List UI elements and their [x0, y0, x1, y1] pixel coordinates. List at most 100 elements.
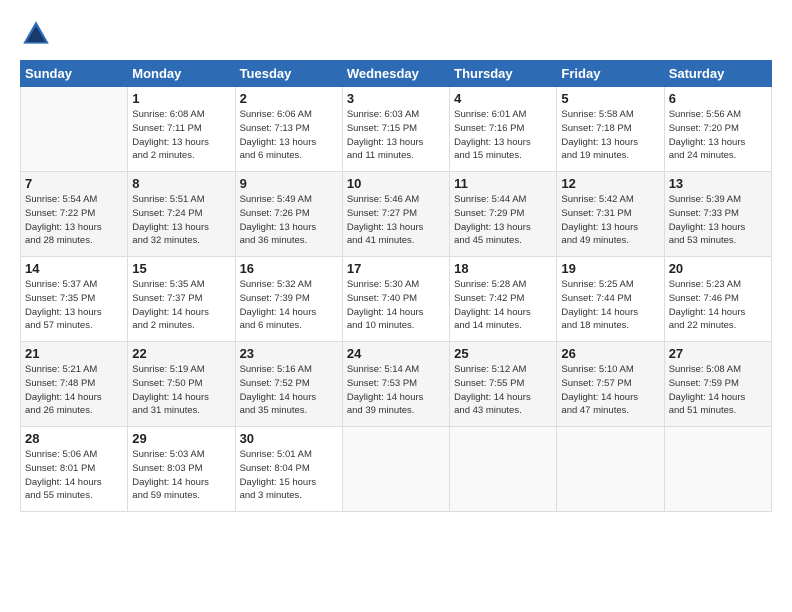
page: SundayMondayTuesdayWednesdayThursdayFrid…	[0, 0, 792, 612]
day-number: 1	[132, 91, 230, 106]
day-info: Sunrise: 6:01 AM Sunset: 7:16 PM Dayligh…	[454, 108, 552, 163]
day-number: 26	[561, 346, 659, 361]
day-number: 25	[454, 346, 552, 361]
day-info: Sunrise: 5:30 AM Sunset: 7:40 PM Dayligh…	[347, 278, 445, 333]
calendar-cell: 7 Sunrise: 5:54 AM Sunset: 7:22 PM Daylig…	[21, 172, 128, 257]
week-row-5: 28 Sunrise: 5:06 AM Sunset: 8:01 PM Dayli…	[21, 427, 772, 512]
day-info: Sunrise: 5:42 AM Sunset: 7:31 PM Dayligh…	[561, 193, 659, 248]
day-info: Sunrise: 6:08 AM Sunset: 7:11 PM Dayligh…	[132, 108, 230, 163]
day-info: Sunrise: 5:25 AM Sunset: 7:44 PM Dayligh…	[561, 278, 659, 333]
calendar-cell: 29 Sunrise: 5:03 AM Sunset: 8:03 PM Dayli…	[128, 427, 235, 512]
day-number: 4	[454, 91, 552, 106]
day-info: Sunrise: 5:06 AM Sunset: 8:01 PM Dayligh…	[25, 448, 123, 503]
calendar-header: SundayMondayTuesdayWednesdayThursdayFrid…	[21, 61, 772, 87]
day-number: 28	[25, 431, 123, 446]
header	[20, 18, 772, 50]
weekday-header-row: SundayMondayTuesdayWednesdayThursdayFrid…	[21, 61, 772, 87]
day-info: Sunrise: 5:14 AM Sunset: 7:53 PM Dayligh…	[347, 363, 445, 418]
calendar-cell: 25 Sunrise: 5:12 AM Sunset: 7:55 PM Dayli…	[450, 342, 557, 427]
day-info: Sunrise: 5:39 AM Sunset: 7:33 PM Dayligh…	[669, 193, 767, 248]
day-number: 12	[561, 176, 659, 191]
weekday-header-wednesday: Wednesday	[342, 61, 449, 87]
day-number: 23	[240, 346, 338, 361]
day-info: Sunrise: 5:58 AM Sunset: 7:18 PM Dayligh…	[561, 108, 659, 163]
calendar-cell	[450, 427, 557, 512]
calendar-cell: 3Sunrise: 6:03 AM Sunset: 7:15 PM Daylig…	[342, 87, 449, 172]
day-info: Sunrise: 5:03 AM Sunset: 8:03 PM Dayligh…	[132, 448, 230, 503]
calendar-cell: 8 Sunrise: 5:51 AM Sunset: 7:24 PM Daylig…	[128, 172, 235, 257]
day-number: 6	[669, 91, 767, 106]
day-info: Sunrise: 5:32 AM Sunset: 7:39 PM Dayligh…	[240, 278, 338, 333]
calendar-cell	[342, 427, 449, 512]
day-info: Sunrise: 5:51 AM Sunset: 7:24 PM Dayligh…	[132, 193, 230, 248]
day-info: Sunrise: 5:08 AM Sunset: 7:59 PM Dayligh…	[669, 363, 767, 418]
weekday-header-thursday: Thursday	[450, 61, 557, 87]
day-number: 19	[561, 261, 659, 276]
day-number: 17	[347, 261, 445, 276]
weekday-header-tuesday: Tuesday	[235, 61, 342, 87]
week-row-2: 7 Sunrise: 5:54 AM Sunset: 7:22 PM Daylig…	[21, 172, 772, 257]
day-info: Sunrise: 5:12 AM Sunset: 7:55 PM Dayligh…	[454, 363, 552, 418]
day-number: 20	[669, 261, 767, 276]
day-info: Sunrise: 5:54 AM Sunset: 7:22 PM Dayligh…	[25, 193, 123, 248]
day-info: Sunrise: 5:19 AM Sunset: 7:50 PM Dayligh…	[132, 363, 230, 418]
day-number: 29	[132, 431, 230, 446]
day-number: 9	[240, 176, 338, 191]
logo-icon	[20, 18, 52, 50]
calendar-cell	[21, 87, 128, 172]
calendar-cell: 27Sunrise: 5:08 AM Sunset: 7:59 PM Dayli…	[664, 342, 771, 427]
day-number: 24	[347, 346, 445, 361]
calendar-cell	[557, 427, 664, 512]
calendar-body: 1 Sunrise: 6:08 AM Sunset: 7:11 PM Daylig…	[21, 87, 772, 512]
calendar-cell: 1 Sunrise: 6:08 AM Sunset: 7:11 PM Daylig…	[128, 87, 235, 172]
day-info: Sunrise: 5:10 AM Sunset: 7:57 PM Dayligh…	[561, 363, 659, 418]
day-number: 3	[347, 91, 445, 106]
calendar-cell: 20Sunrise: 5:23 AM Sunset: 7:46 PM Dayli…	[664, 257, 771, 342]
day-number: 7	[25, 176, 123, 191]
calendar-cell: 24 Sunrise: 5:14 AM Sunset: 7:53 PM Dayli…	[342, 342, 449, 427]
day-info: Sunrise: 5:21 AM Sunset: 7:48 PM Dayligh…	[25, 363, 123, 418]
day-number: 2	[240, 91, 338, 106]
calendar-cell: 9 Sunrise: 5:49 AM Sunset: 7:26 PM Daylig…	[235, 172, 342, 257]
calendar-cell: 17 Sunrise: 5:30 AM Sunset: 7:40 PM Dayli…	[342, 257, 449, 342]
week-row-4: 21 Sunrise: 5:21 AM Sunset: 7:48 PM Dayli…	[21, 342, 772, 427]
day-number: 16	[240, 261, 338, 276]
day-number: 11	[454, 176, 552, 191]
logo	[20, 18, 56, 50]
calendar-cell: 4 Sunrise: 6:01 AM Sunset: 7:16 PM Daylig…	[450, 87, 557, 172]
calendar-cell: 16 Sunrise: 5:32 AM Sunset: 7:39 PM Dayli…	[235, 257, 342, 342]
calendar-cell: 28 Sunrise: 5:06 AM Sunset: 8:01 PM Dayli…	[21, 427, 128, 512]
day-number: 18	[454, 261, 552, 276]
calendar-table: SundayMondayTuesdayWednesdayThursdayFrid…	[20, 60, 772, 512]
calendar-cell: 5 Sunrise: 5:58 AM Sunset: 7:18 PM Daylig…	[557, 87, 664, 172]
day-info: Sunrise: 5:35 AM Sunset: 7:37 PM Dayligh…	[132, 278, 230, 333]
day-number: 30	[240, 431, 338, 446]
calendar-cell: 13 Sunrise: 5:39 AM Sunset: 7:33 PM Dayli…	[664, 172, 771, 257]
week-row-1: 1 Sunrise: 6:08 AM Sunset: 7:11 PM Daylig…	[21, 87, 772, 172]
day-info: Sunrise: 5:56 AM Sunset: 7:20 PM Dayligh…	[669, 108, 767, 163]
calendar-cell: 22 Sunrise: 5:19 AM Sunset: 7:50 PM Dayli…	[128, 342, 235, 427]
calendar-cell: 10Sunrise: 5:46 AM Sunset: 7:27 PM Dayli…	[342, 172, 449, 257]
calendar-cell: 14Sunrise: 5:37 AM Sunset: 7:35 PM Dayli…	[21, 257, 128, 342]
week-row-3: 14Sunrise: 5:37 AM Sunset: 7:35 PM Dayli…	[21, 257, 772, 342]
day-info: Sunrise: 5:01 AM Sunset: 8:04 PM Dayligh…	[240, 448, 338, 503]
calendar-cell: 18 Sunrise: 5:28 AM Sunset: 7:42 PM Dayli…	[450, 257, 557, 342]
weekday-header-saturday: Saturday	[664, 61, 771, 87]
day-info: Sunrise: 6:06 AM Sunset: 7:13 PM Dayligh…	[240, 108, 338, 163]
day-info: Sunrise: 5:28 AM Sunset: 7:42 PM Dayligh…	[454, 278, 552, 333]
day-number: 22	[132, 346, 230, 361]
calendar-cell: 12 Sunrise: 5:42 AM Sunset: 7:31 PM Dayli…	[557, 172, 664, 257]
day-info: Sunrise: 5:49 AM Sunset: 7:26 PM Dayligh…	[240, 193, 338, 248]
weekday-header-monday: Monday	[128, 61, 235, 87]
day-number: 21	[25, 346, 123, 361]
calendar-cell: 30 Sunrise: 5:01 AM Sunset: 8:04 PM Dayli…	[235, 427, 342, 512]
calendar-cell	[664, 427, 771, 512]
weekday-header-sunday: Sunday	[21, 61, 128, 87]
calendar-cell: 6 Sunrise: 5:56 AM Sunset: 7:20 PM Daylig…	[664, 87, 771, 172]
calendar-cell: 26 Sunrise: 5:10 AM Sunset: 7:57 PM Dayli…	[557, 342, 664, 427]
day-number: 5	[561, 91, 659, 106]
day-number: 8	[132, 176, 230, 191]
day-number: 14	[25, 261, 123, 276]
day-number: 13	[669, 176, 767, 191]
calendar-cell: 19 Sunrise: 5:25 AM Sunset: 7:44 PM Dayli…	[557, 257, 664, 342]
